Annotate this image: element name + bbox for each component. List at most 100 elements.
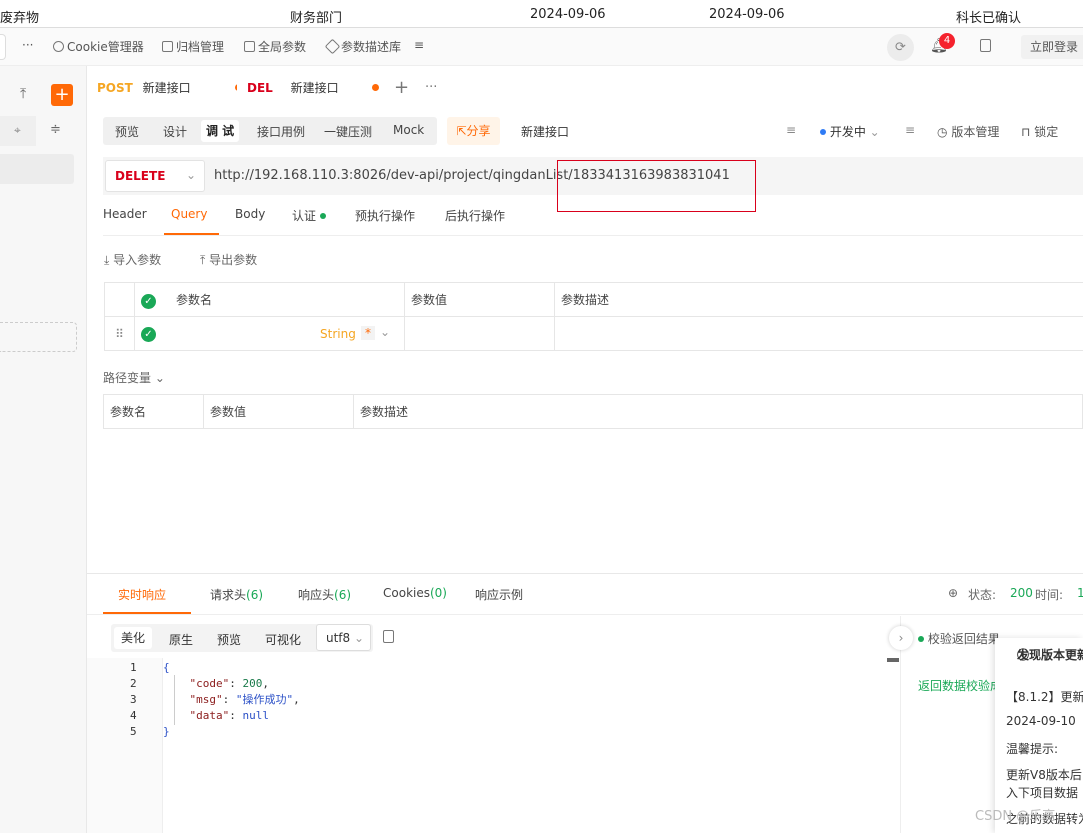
tab-live-response[interactable]: 实时响应	[118, 586, 166, 603]
collapse-handle[interactable]	[0, 34, 6, 60]
cell-date2: 2024-09-06	[709, 7, 785, 22]
tab-post-request[interactable]: 后执行操作	[445, 207, 505, 224]
json-key: "msg"	[189, 693, 223, 706]
lock-button[interactable]: ⊓ 锁定	[1021, 123, 1058, 140]
copy-icon[interactable]	[383, 630, 394, 643]
cookie-manager-button[interactable]: Cookie管理器	[53, 38, 144, 55]
notification-badge: 4	[939, 33, 955, 49]
status-dot	[820, 129, 826, 135]
encoding-select[interactable]: utf8 ⌄	[316, 624, 371, 651]
export-params-button[interactable]: ⤒ 导出参数	[200, 251, 257, 268]
chevron-down-icon[interactable]: ⌄	[380, 325, 390, 339]
api-mode-tabs: 预览 设计 调 试 接口用例 一键压测 Mock	[103, 117, 437, 145]
auth-status-dot	[319, 213, 326, 219]
tab-label: Cookies	[383, 586, 430, 600]
add-icon[interactable]: +	[51, 84, 73, 106]
row-enable-checkbox[interactable]: ✓	[141, 326, 156, 342]
notice-line2: 入下项目数据	[1006, 786, 1079, 800]
view-preview[interactable]: 预览	[217, 631, 241, 648]
note-icon[interactable]	[980, 39, 991, 52]
line-number: 5	[130, 725, 137, 738]
table-header-row: ✓ 参数名 参数值 参数描述	[104, 282, 1083, 317]
param-desc-label: 参数描述库	[341, 40, 402, 54]
tab-cookies[interactable]: Cookies(0)	[383, 586, 447, 600]
tab-query[interactable]: Query	[171, 207, 207, 221]
notice-line1: 更新V8版本后	[1006, 768, 1082, 782]
list-toggle-icon[interactable]: ≡	[414, 38, 424, 52]
cookie-label: Cookie管理器	[67, 40, 144, 54]
select-all-checkbox[interactable]: ✓	[141, 293, 156, 309]
tab-label: 新建接口	[290, 81, 339, 95]
tab-count: (0)	[429, 586, 447, 600]
login-button[interactable]: 立即登录	[1021, 35, 1083, 59]
upload-icon: ⤒	[200, 253, 206, 267]
param-desc-button[interactable]: 参数描述库	[324, 38, 402, 55]
chevron-right-icon[interactable]: ›	[889, 626, 913, 650]
archive-button[interactable]: 归档管理	[162, 38, 224, 55]
tab-preview[interactable]: 预览	[115, 123, 139, 140]
tab-header[interactable]: Header	[103, 207, 147, 221]
tab-mock[interactable]: Mock	[393, 123, 424, 137]
locate-button[interactable]: ⌖	[0, 116, 36, 146]
highlight-annotation-box	[557, 160, 756, 212]
type-select[interactable]: String	[320, 327, 356, 341]
globe-icon: ⊕	[948, 586, 959, 600]
tab-response-example[interactable]: 响应示例	[475, 586, 523, 603]
path-vars-table: 参数名 参数值 参数描述	[103, 394, 1083, 429]
response-json[interactable]: { "code": 200, "msg": "操作成功", "data": nu…	[163, 660, 300, 740]
method-select[interactable]: DELETE ⌄	[105, 160, 205, 192]
response-panel: 实时响应 请求头(6) 响应头(6) Cookies(0) 响应示例 ⊕ 状态:…	[87, 573, 1083, 833]
tab-body[interactable]: Body	[235, 207, 265, 221]
line-number-gutter	[87, 658, 163, 833]
global-params-button[interactable]: 全局参数	[244, 38, 306, 55]
tab-stress-test[interactable]: 一键压测	[324, 123, 372, 140]
update-notice-panel: ⓘ 发现版本更新 【8.1.2】更新内容 2024-09-10 温馨提示: 更新…	[995, 638, 1083, 833]
tab-pre-request[interactable]: 预执行操作	[355, 207, 415, 224]
version-button[interactable]: ◷ 版本管理	[937, 123, 999, 140]
lock-label: 锁定	[1034, 125, 1059, 139]
view-raw[interactable]: 原生	[169, 631, 193, 648]
sync-icon[interactable]: ⟳	[887, 34, 914, 61]
json-value: null	[242, 709, 270, 722]
format-icon[interactable]: ≡	[905, 123, 915, 137]
tab-request-headers[interactable]: 请求头(6)	[210, 586, 263, 603]
param-value-input[interactable]	[404, 316, 555, 351]
time-value: 1	[1077, 586, 1083, 600]
more-menu-button[interactable]: ···	[22, 38, 33, 52]
selected-tree-item[interactable]	[0, 154, 74, 184]
drag-handle-icon[interactable]: ⠿	[104, 316, 135, 351]
tab-test-cases[interactable]: 接口用例	[257, 123, 305, 140]
tab-design[interactable]: 设计	[163, 123, 187, 140]
upload-icon[interactable]: ⤒	[20, 86, 26, 102]
param-desc-input[interactable]	[554, 316, 1083, 351]
watermark: CSDN @乐高	[975, 809, 1056, 824]
status-select[interactable]: 开发中 ⌄	[820, 123, 880, 140]
edit-icon[interactable]: ≡	[786, 123, 796, 137]
tab-response-headers[interactable]: 响应头(6)	[298, 586, 351, 603]
query-params-table: ✓ 参数名 参数值 参数描述 ⠿ ✓ String * ⌄	[104, 282, 1083, 351]
drop-zone[interactable]	[0, 322, 77, 352]
required-toggle[interactable]: *	[361, 326, 375, 340]
share-button[interactable]: ⇱分享	[447, 117, 500, 145]
cell-type: 废弃物	[0, 11, 40, 26]
tab-debug[interactable]: 调 试	[201, 120, 240, 142]
tab-more-icon[interactable]: ···	[425, 66, 437, 110]
notice-version: 【8.1.2】更新内容	[1006, 690, 1083, 704]
time-label: 时间:	[1035, 588, 1064, 602]
api-name-field[interactable]: 新建接口	[521, 123, 569, 140]
import-params-button[interactable]: ⤓ 导入参数	[104, 251, 161, 268]
line-number: 3	[130, 693, 137, 706]
view-beautify[interactable]: 美化	[114, 627, 153, 649]
cell-dept: 财务部门	[290, 11, 343, 26]
add-tab-icon[interactable]: +	[394, 66, 409, 110]
view-visual[interactable]: 可视化	[265, 631, 301, 648]
expand-collapse-icon[interactable]: ≑	[50, 122, 61, 137]
tab-post-new-api[interactable]: POST 新建接口	[97, 66, 242, 110]
tab-del-new-api[interactable]: DEL 新建接口	[237, 66, 387, 110]
crosshair-icon: ⌖	[14, 123, 21, 137]
clock-icon: ◷	[937, 125, 948, 139]
table-header-row: 参数名 参数值 参数描述	[103, 394, 1083, 429]
path-vars-toggle[interactable]: 路径变量 ⌄	[103, 369, 165, 386]
tab-auth[interactable]: 认证	[292, 207, 326, 224]
scrollbar-thumb[interactable]	[887, 658, 899, 662]
